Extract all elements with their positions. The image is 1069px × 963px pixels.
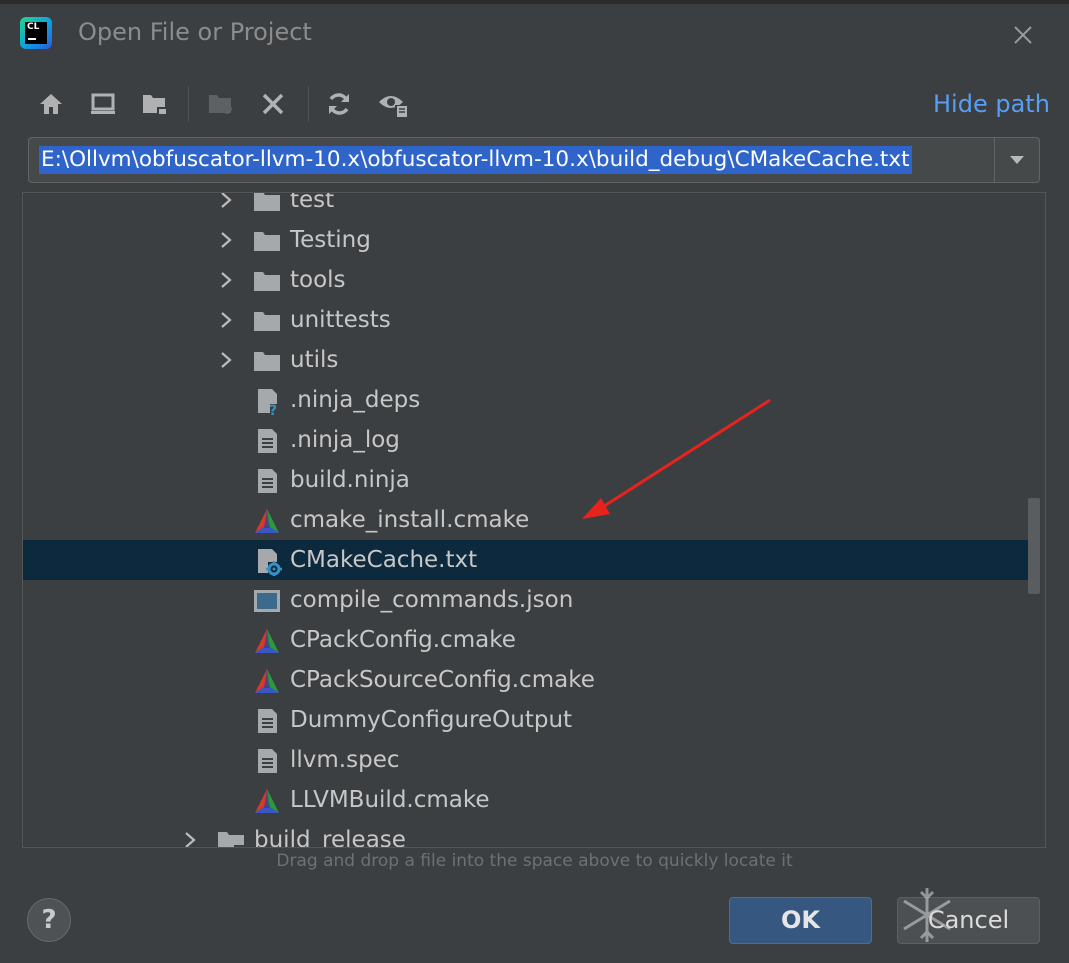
tree-item-label: tools [290,267,346,293]
tree-row[interactable]: ? .ninja_deps [23,380,1029,420]
tree-item-label: cmake_install.cmake [290,507,530,533]
tree-item-label: DummyConfigureOutput [290,707,573,733]
hide-path-link[interactable]: Hide path [933,90,1050,118]
folder-icon [252,193,282,216]
path-input-value[interactable]: E:\Ollvm\obfuscator-llvm-10.x\obfuscator… [39,146,912,174]
tree-item-label: .ninja_log [290,427,400,453]
folder-icon [252,266,282,296]
chevron-down-icon [1010,156,1024,164]
toolbar [28,84,428,124]
new-folder-icon[interactable] [201,84,241,124]
ok-button[interactable]: OK [729,897,872,944]
tree-row[interactable]: CPackConfig.cmake [23,620,1029,660]
chevron-right-icon[interactable] [180,830,200,847]
tree-row[interactable]: Testing [23,220,1029,260]
tree-row[interactable]: build.ninja [23,460,1029,500]
chevron-right-icon[interactable] [216,350,236,370]
refresh-icon[interactable] [319,84,359,124]
tree-item-label: CMakeCache.txt [290,547,478,573]
cmake-file-icon [252,626,282,656]
text-file-icon [252,426,282,456]
module-folder-icon [216,826,246,847]
cmake-file-icon [252,666,282,696]
tree-item-label: compile_commands.json [290,587,574,613]
tree-item-label: build_release [254,827,406,848]
tree-row[interactable]: cmake_install.cmake [23,500,1029,540]
help-button[interactable]: ? [27,898,71,942]
chevron-right-icon[interactable] [216,270,236,290]
tree-item-label: CPackSourceConfig.cmake [290,667,595,693]
tree-row[interactable]: .ninja_log [23,420,1029,460]
folder-icon [252,306,282,336]
tree-scrollbar[interactable] [1028,498,1040,594]
show-hidden-icon[interactable] [373,84,413,124]
cancel-button[interactable]: Cancel [897,897,1040,944]
close-icon[interactable] [1008,20,1038,50]
tree-row[interactable]: utils [23,340,1029,380]
tree-row[interactable]: LLVMBuild.cmake [23,780,1029,820]
text-file-icon [252,706,282,736]
desktop-icon[interactable] [83,84,123,124]
tree-row[interactable]: compile_commands.json [23,580,1029,620]
cmake-cache-file-icon [252,546,282,577]
text-file-icon [252,466,282,496]
unknown-file-icon: ? [252,386,282,419]
tree-row[interactable]: CMakeCache.txt [23,540,1029,580]
tree-row[interactable]: DummyConfigureOutput [23,700,1029,740]
cmake-file-icon [252,786,282,816]
tree-row[interactable]: unittests [23,300,1029,340]
home-icon[interactable] [31,84,71,124]
tree-row[interactable]: tools [23,260,1029,300]
text-file-icon [252,746,282,776]
tree-item-label: utils [290,347,339,373]
clion-logo-icon: CL [20,17,52,49]
tree-row[interactable]: build_release [23,820,1029,848]
tree-item-label: Testing [290,227,371,253]
path-dropdown-button[interactable] [994,138,1039,182]
svg-text:?: ? [269,403,277,416]
tree-item-label: unittests [290,307,391,333]
folder-icon [252,346,282,376]
chevron-right-icon[interactable] [216,310,236,330]
drag-drop-hint: Drag and drop a file into the space abov… [276,851,793,871]
chevron-right-icon[interactable] [216,230,236,250]
tree-item-label: .ninja_deps [290,387,421,413]
cmake-file-icon [252,506,282,536]
tree-item-label: LLVMBuild.cmake [290,787,490,813]
tree-row[interactable]: CPackSourceConfig.cmake [23,660,1029,700]
tree-item-label: test [290,192,335,213]
tree-row[interactable]: llvm.spec [23,740,1029,780]
tree-item-label: llvm.spec [290,747,400,773]
tree-item-label: CPackConfig.cmake [290,627,516,653]
delete-icon[interactable] [253,84,293,124]
tree-item-label: build.ninja [290,467,410,493]
chevron-right-icon[interactable] [216,193,236,210]
dialog-title: Open File or Project [78,18,312,46]
json-file-icon [252,586,282,616]
title-bar: CL Open File or Project [0,4,1069,62]
folder-icon [252,226,282,256]
project-folder-icon[interactable] [135,84,175,124]
tree-row[interactable]: test [23,192,1029,220]
file-tree[interactable]: test Testing tools unittests utils? .ninja_de… [22,192,1046,848]
path-input[interactable]: E:\Ollvm\obfuscator-llvm-10.x\obfuscator… [28,137,1040,183]
